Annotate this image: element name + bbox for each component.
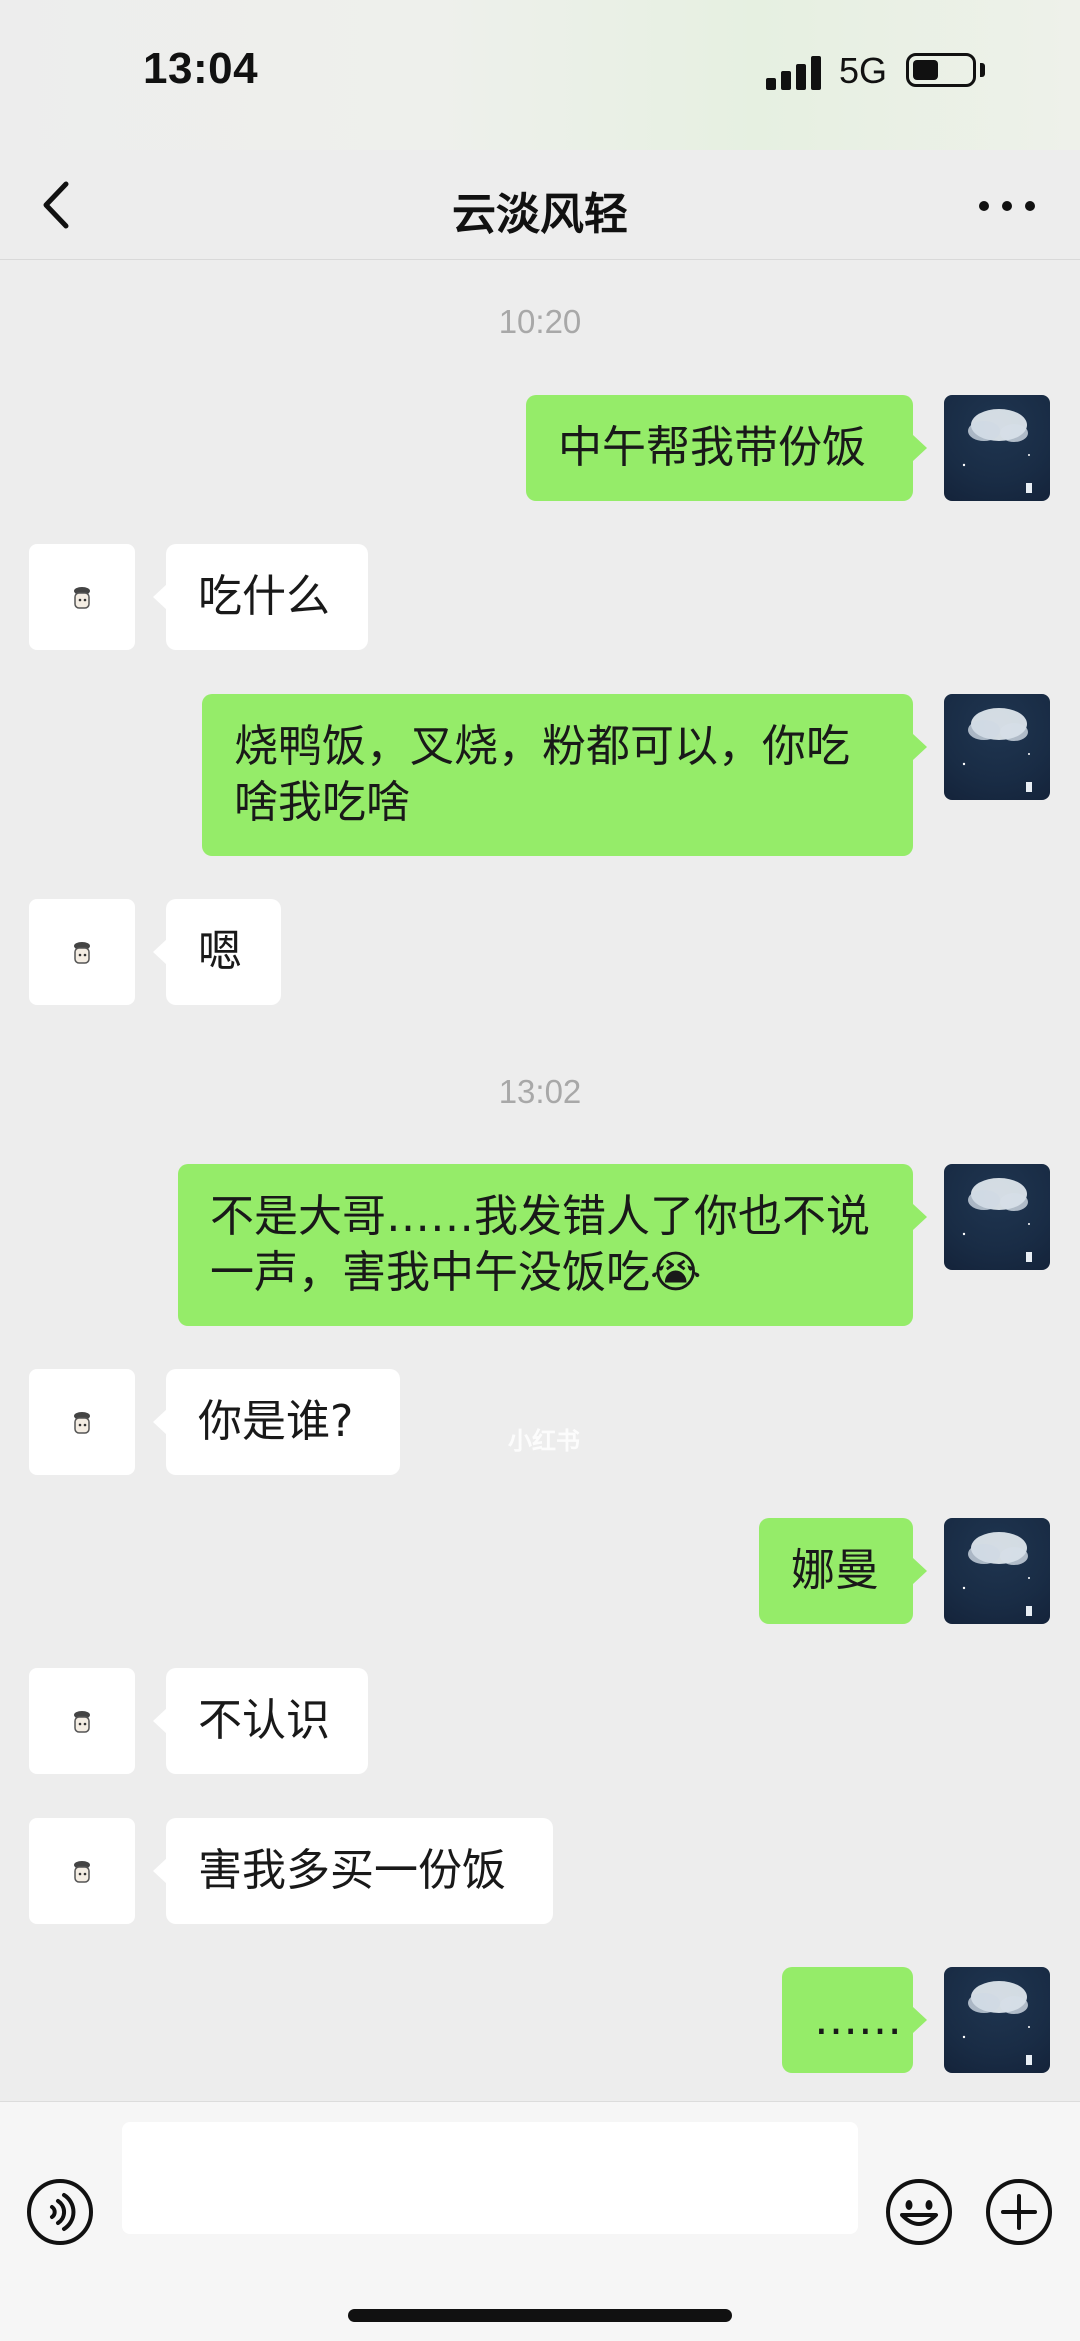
my-avatar[interactable] (944, 694, 1050, 800)
bubble-tail (913, 1558, 927, 1584)
jar-avatar-icon (74, 1711, 90, 1733)
contact-message-bubble[interactable]: 害我多买一份饭 (166, 1818, 553, 1924)
input-bar (0, 2101, 1080, 2341)
emoji-icon (886, 2179, 952, 2245)
cloud-moon-avatar-icon (962, 1532, 1032, 1616)
cloud-moon-avatar-icon (962, 708, 1032, 792)
my-avatar[interactable] (944, 1518, 1050, 1624)
more-dot-icon (1025, 201, 1035, 211)
more-dot-icon (1002, 201, 1012, 211)
message-input[interactable] (122, 2122, 858, 2234)
bubble-tail (913, 2007, 927, 2033)
jar-avatar-icon (74, 587, 90, 609)
more-functions-button[interactable] (984, 2177, 1054, 2247)
bubble-tail (913, 734, 927, 760)
bubble-tail (153, 1708, 167, 1734)
status-bar: 13:04 5G (0, 0, 1080, 150)
contact-message-bubble[interactable]: 你是谁? (166, 1369, 400, 1475)
contact-avatar[interactable] (29, 899, 135, 1005)
chat-title: 云淡风轻 (452, 189, 628, 240)
bubble-tail (153, 1858, 167, 1884)
contact-avatar[interactable] (29, 1369, 135, 1475)
jar-avatar-icon (74, 1861, 90, 1883)
contact-avatar[interactable] (29, 1818, 135, 1924)
cloud-moon-avatar-icon (962, 1981, 1032, 2065)
my-message-bubble[interactable]: 中午帮我带份饭 (526, 395, 913, 501)
voice-icon (27, 2179, 93, 2245)
status-time: 13:04 (143, 44, 259, 93)
network-type: 5G (839, 50, 888, 91)
battery-icon (906, 53, 976, 87)
cellular-signal-icon (766, 56, 822, 90)
bubble-tail (913, 1204, 927, 1230)
contact-message-bubble[interactable]: 不认识 (166, 1668, 368, 1774)
chat-area[interactable]: 10:20 13:02 中午帮我带份饭吃什么烧鸭饭，叉烧，粉都可以，你吃 啥我吃… (0, 261, 1080, 2101)
contact-message-bubble[interactable]: 吃什么 (166, 544, 368, 650)
jar-avatar-icon (74, 942, 90, 964)
contact-avatar[interactable] (29, 544, 135, 650)
emoji-button[interactable] (884, 2177, 954, 2247)
bubble-tail (913, 435, 927, 461)
bubble-tail (153, 1409, 167, 1435)
contact-message-bubble[interactable]: 嗯 (166, 899, 281, 1005)
battery-level (913, 60, 938, 80)
timestamp: 13:02 (498, 1073, 582, 1110)
my-message-bubble[interactable]: 娜曼 (759, 1518, 913, 1624)
cloud-moon-avatar-icon (962, 409, 1032, 493)
my-message-bubble[interactable]: 不是大哥……我发错人了你也不说 一声，害我中午没饭吃😭 (178, 1164, 913, 1326)
home-indicator (348, 2309, 732, 2322)
more-dot-icon (979, 201, 989, 211)
my-avatar[interactable] (944, 395, 1050, 501)
my-message-bubble[interactable]: …… (782, 1967, 913, 2073)
voice-button[interactable] (25, 2177, 95, 2247)
watermark: 小红书 (508, 1427, 580, 1455)
bubble-tail (153, 939, 167, 965)
more-button[interactable] (975, 185, 1039, 225)
bubble-tail (153, 584, 167, 610)
nav-bar: 云淡风轻 (0, 150, 1080, 260)
contact-avatar[interactable] (29, 1668, 135, 1774)
my-message-bubble[interactable]: 烧鸭饭，叉烧，粉都可以，你吃 啥我吃啥 (202, 694, 913, 856)
battery-nub (980, 63, 985, 77)
plus-icon (986, 2179, 1052, 2245)
timestamp: 10:20 (498, 303, 582, 340)
my-avatar[interactable] (944, 1967, 1050, 2073)
cloud-moon-avatar-icon (962, 1178, 1032, 1262)
my-avatar[interactable] (944, 1164, 1050, 1270)
jar-avatar-icon (74, 1412, 90, 1434)
